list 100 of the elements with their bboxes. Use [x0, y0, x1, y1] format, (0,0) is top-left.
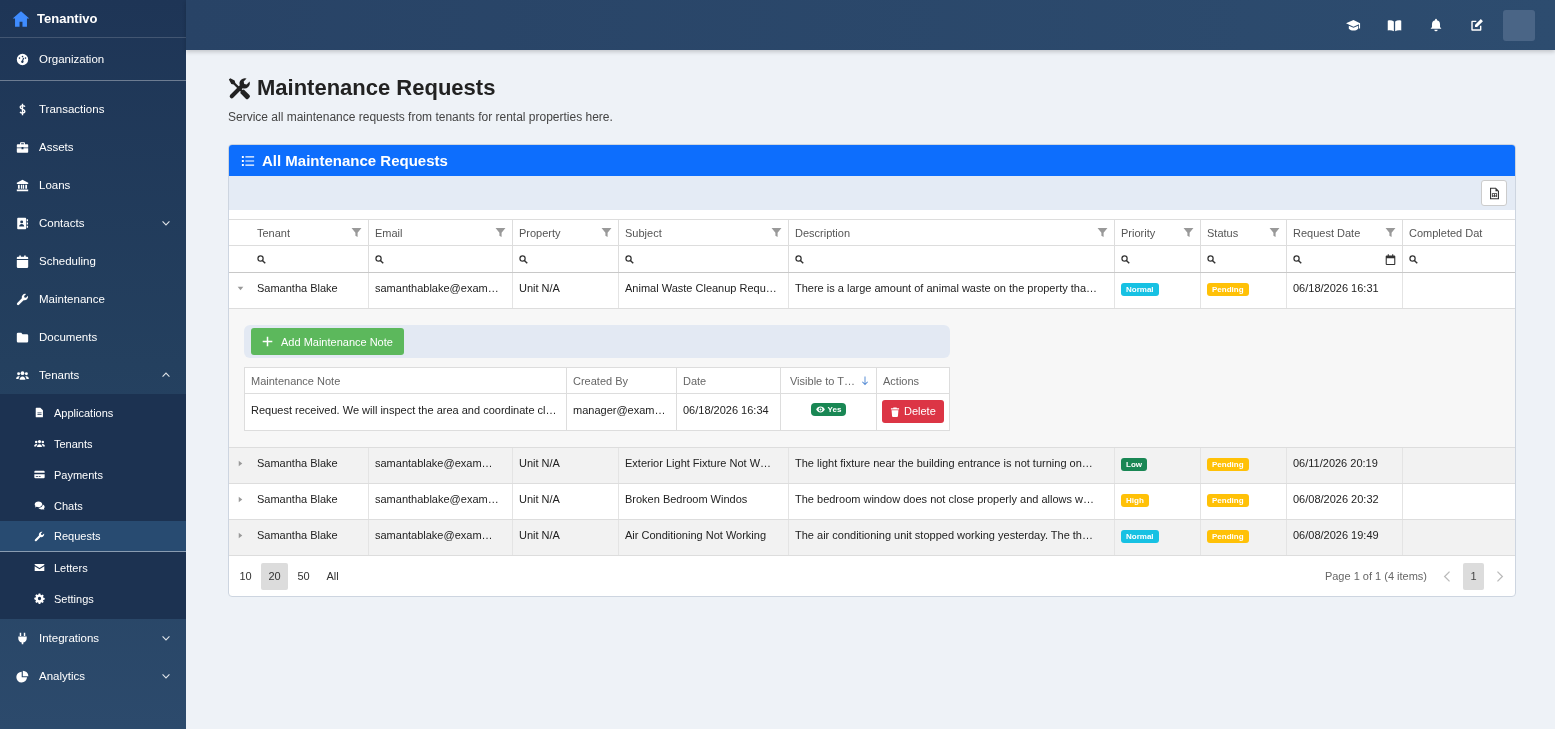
search-icon — [257, 254, 266, 264]
filter-icon[interactable] — [1385, 227, 1396, 238]
column-header[interactable]: Visible to T… — [790, 374, 855, 387]
wrench-icon — [16, 292, 29, 306]
filter-icon[interactable] — [1269, 227, 1280, 238]
settings-icon — [34, 593, 45, 604]
column-header[interactable]: Priority — [1121, 226, 1156, 239]
page-subtitle: Service all maintenance requests from tenants for rental properties here. — [228, 110, 613, 124]
caret-right-icon[interactable] — [236, 496, 244, 503]
table-cell: samanthablake@exam… — [369, 273, 513, 308]
column-header[interactable]: Status — [1207, 226, 1239, 239]
page-size-option[interactable]: All — [319, 562, 346, 590]
sidebar-item[interactable]: Documents — [0, 318, 186, 356]
export-button[interactable] — [1481, 180, 1507, 206]
table-cell: Exterior Light Fixture Not W… — [619, 448, 789, 483]
sidebar-subitem[interactable]: Settings — [0, 583, 186, 614]
filter-icon[interactable] — [601, 227, 612, 238]
sort-down-icon[interactable] — [860, 375, 870, 386]
caret-right-icon[interactable] — [236, 532, 244, 539]
sidebar-item[interactable]: Organization — [0, 38, 186, 80]
card-title: All Maintenance Requests — [262, 152, 448, 169]
eye-icon — [815, 405, 825, 414]
column-header[interactable]: Email — [375, 226, 403, 239]
table-cell: samantablake@exam… — [369, 520, 513, 555]
plug-icon — [16, 631, 29, 645]
column-header[interactable]: Actions — [883, 374, 920, 387]
sidebar-subitem[interactable]: Payments — [0, 459, 186, 490]
filter-icon[interactable] — [495, 227, 506, 238]
sidebar-item[interactable]: Analytics — [0, 657, 186, 695]
sidebar-item[interactable]: Contacts — [0, 204, 186, 242]
table-cell: 06/08/2026 20:32 — [1287, 484, 1403, 519]
users-icon — [34, 438, 45, 449]
filter-icon[interactable] — [1097, 227, 1108, 238]
table-cell: The air conditioning unit stopped working yesterday. The th… — [789, 520, 1115, 555]
column-header[interactable]: Completed Dat — [1409, 226, 1483, 239]
bank-icon — [16, 178, 29, 192]
column-header[interactable]: Request Date — [1293, 226, 1361, 239]
table-cell: There is a large amount of animal waste on the property tha… — [789, 273, 1115, 308]
sidebar-subitem[interactable]: Requests — [0, 521, 186, 552]
column-header[interactable]: Property — [519, 226, 561, 239]
filter-icon[interactable] — [1183, 227, 1194, 238]
column-header[interactable]: Description — [795, 226, 851, 239]
folder-icon — [16, 330, 29, 344]
column-header[interactable]: Created By — [573, 374, 629, 387]
table-cell: The light fixture near the building entrance is not turning on… — [789, 448, 1115, 483]
avatar-placeholder[interactable] — [1503, 9, 1535, 41]
sidebar-subitem[interactable]: Letters — [0, 552, 186, 583]
table-cell: Broken Bedroom Windos — [619, 484, 789, 519]
sidebar-item[interactable]: Tenants — [0, 356, 186, 394]
trash-icon — [890, 406, 900, 417]
envelope-icon — [34, 562, 45, 573]
status-badge: Pending — [1207, 494, 1249, 507]
plus-icon — [262, 336, 273, 347]
column-header[interactable]: Subject — [625, 226, 662, 239]
search-icon — [1409, 254, 1418, 264]
status-badge: Pending — [1207, 530, 1249, 543]
visibility-label: Yes — [827, 405, 842, 414]
sidebar-item[interactable]: Integrations — [0, 619, 186, 657]
sidebar-item[interactable]: Loans — [0, 166, 186, 204]
page-size-option[interactable]: 10 — [232, 562, 259, 590]
page-button[interactable]: 1 — [1463, 562, 1484, 590]
sidebar-item[interactable]: Maintenance — [0, 280, 186, 318]
table-cell: Animal Waste Cleanup Requ… — [619, 273, 789, 308]
calendar-icon — [16, 254, 29, 268]
calendar-icon[interactable] — [1385, 253, 1396, 265]
delete-button[interactable]: Delete — [882, 400, 944, 423]
page-title: Maintenance Requests — [257, 75, 496, 101]
table-cell: 06/08/2026 19:49 — [1287, 520, 1403, 555]
caret-right-icon[interactable] — [236, 460, 244, 467]
credit-card-icon — [34, 469, 45, 480]
sidebar-subitem[interactable]: Tenants — [0, 428, 186, 459]
column-header[interactable]: Tenant — [257, 226, 291, 239]
graduation-cap-icon[interactable] — [1346, 17, 1361, 33]
priority-badge: Normal — [1121, 530, 1159, 543]
priority-badge: Low — [1121, 458, 1147, 471]
search-icon — [519, 254, 528, 264]
priority-badge: High — [1121, 494, 1149, 507]
bell-icon[interactable] — [1428, 18, 1443, 32]
briefcase-icon — [16, 140, 29, 154]
sidebar-subitem[interactable]: Applications — [0, 397, 186, 428]
table-cell: Samantha Blake — [251, 448, 369, 483]
open-book-icon[interactable] — [1387, 17, 1402, 33]
page-size-option[interactable]: 50 — [290, 562, 317, 590]
search-icon — [625, 254, 634, 264]
caret-down-icon[interactable] — [236, 285, 244, 292]
filter-icon[interactable] — [771, 227, 782, 238]
column-header[interactable]: Date — [683, 374, 707, 387]
house-icon — [12, 9, 30, 28]
sidebar-item[interactable]: Scheduling — [0, 242, 186, 280]
table-cell: Unit N/A — [513, 520, 619, 555]
sidebar-item[interactable]: Transactions — [0, 90, 186, 128]
filter-icon[interactable] — [351, 227, 362, 238]
address-book-icon — [16, 216, 29, 230]
sidebar-item[interactable]: Assets — [0, 128, 186, 166]
table-cell: samantablake@exam… — [369, 448, 513, 483]
list-icon — [241, 153, 255, 168]
column-header[interactable]: Maintenance Note — [251, 374, 341, 387]
sidebar-subitem[interactable]: Chats — [0, 490, 186, 521]
priority-badge: Normal — [1121, 283, 1159, 296]
page-size-option[interactable]: 20 — [261, 562, 288, 590]
